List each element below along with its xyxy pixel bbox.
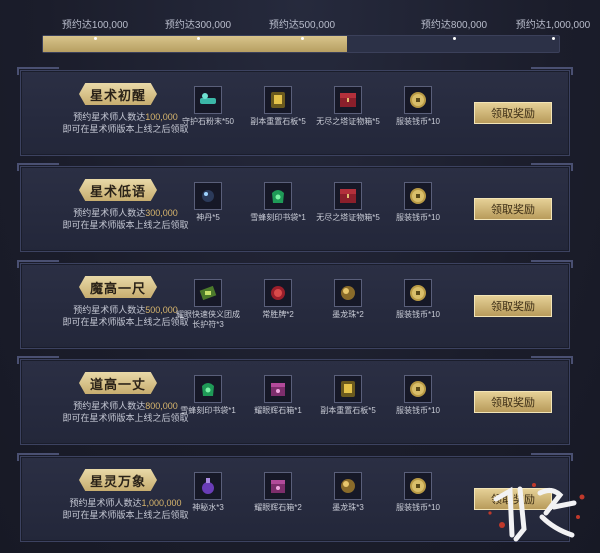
milestone-label: 预约达300,000 xyxy=(164,20,232,31)
reward-label: 服装钱币*10 xyxy=(395,406,440,415)
reward-label: 服装钱币*10 xyxy=(395,310,440,319)
tablet-icon xyxy=(334,375,362,403)
reward-label: 服装钱币*10 xyxy=(395,213,440,222)
milestone-label: 预约达500,000 xyxy=(268,20,336,31)
reward-item[interactable]: 守护石粉末*50 xyxy=(173,86,243,127)
reward-label: 服装钱币*10 xyxy=(395,117,440,126)
reward-label: 服装钱币*10 xyxy=(395,503,440,512)
tier-title-plate: 星术初醒 xyxy=(79,83,157,105)
tier-title-plate: 道高一丈 xyxy=(79,372,157,394)
milestone-dot xyxy=(453,37,456,40)
reward-label: 神丹*5 xyxy=(196,213,220,222)
reward-item[interactable]: 副本重置石板*5 xyxy=(243,86,313,127)
coin-icon xyxy=(404,279,432,307)
reward-label: 雪蜂刻印书袋*1 xyxy=(180,406,236,415)
reward-item[interactable]: 副本重置石板*5 xyxy=(313,375,383,416)
tier-title: 星术低语 xyxy=(89,183,146,199)
coin-icon xyxy=(404,375,432,403)
claim-reward-button[interactable]: 领取奖励 xyxy=(474,102,552,124)
tier-desc-prefix: 预约星术师人数达 xyxy=(73,305,146,315)
tier-title: 魔高一尺 xyxy=(89,280,146,296)
tablet-icon xyxy=(264,86,292,114)
reward-label: 无尽之塔证物箱*5 xyxy=(316,213,380,222)
reward-item[interactable]: 无尽之塔证物箱*5 xyxy=(313,86,383,127)
reward-label: 耀眼快速侠义团成长护符*3 xyxy=(176,310,240,329)
claim-reward-button[interactable]: 领取奖励 xyxy=(474,198,552,220)
tier-desc-prefix: 预约星术师人数达 xyxy=(73,112,146,122)
tier-desc-prefix: 预约星术师人数达 xyxy=(73,401,146,411)
milestone-dot xyxy=(301,37,304,40)
tier-title-plate: 魔高一尺 xyxy=(79,276,157,298)
claim-reward-button[interactable]: 领取奖励 xyxy=(474,295,552,317)
charm-icon xyxy=(194,279,222,307)
reward-item[interactable]: 服装钱币*10 xyxy=(383,182,453,223)
coin-icon xyxy=(404,182,432,210)
milestone-dot xyxy=(197,37,200,40)
reward-item[interactable]: 服装钱币*10 xyxy=(383,472,453,513)
milestone-dot xyxy=(94,37,97,40)
reward-item[interactable]: 服装钱币*10 xyxy=(383,375,453,416)
reward-item[interactable]: 墨龙珠*2 xyxy=(313,279,383,320)
powder-icon xyxy=(194,86,222,114)
reward-label: 常胜牌*2 xyxy=(262,310,294,319)
reward-item[interactable]: 神丹*5 xyxy=(173,182,243,223)
tier-title-plate: 星灵万象 xyxy=(79,469,157,491)
gem-box-icon xyxy=(264,375,292,403)
chest-icon xyxy=(334,86,362,114)
token-icon xyxy=(264,279,292,307)
reward-item[interactable]: 神秘水*3 xyxy=(173,472,243,513)
tier-title-plate: 星术低语 xyxy=(79,179,157,201)
reward-item[interactable]: 耀眼快速侠义团成长护符*3 xyxy=(173,279,243,330)
claim-reward-button[interactable]: 领取奖励 xyxy=(474,391,552,413)
reward-label: 耀眼辉石箱*2 xyxy=(254,503,302,512)
reward-item[interactable]: 雪蜂刻印书袋*1 xyxy=(243,182,313,223)
reward-tier: 魔高一尺 预约星术师人数达500,000 即可在星术师版本上线之后领取 耀眼快速侠义团… xyxy=(17,260,573,349)
tier-desc-prefix: 预约星术师人数达 xyxy=(73,208,146,218)
reward-label: 守护石粉末*50 xyxy=(181,117,234,126)
reward-label: 墨龙珠*3 xyxy=(332,503,364,512)
reward-label: 耀眼辉石箱*1 xyxy=(254,406,302,415)
coin-icon xyxy=(404,86,432,114)
gem-box-icon xyxy=(264,472,292,500)
pill-icon xyxy=(194,182,222,210)
tier-title: 道高一丈 xyxy=(89,376,146,392)
reward-label: 神秘水*3 xyxy=(192,503,224,512)
tier-title: 星灵万象 xyxy=(89,473,146,489)
reward-tier: 星术初醒 预约星术师人数达100,000 即可在星术师版本上线之后领取 守护石粉末*5… xyxy=(17,67,573,156)
game-logo xyxy=(488,483,585,542)
reward-tier: 星术低语 预约星术师人数达300,000 即可在星术师版本上线之后领取 神丹*5 雪蜂刻… xyxy=(17,163,573,252)
milestone-dot xyxy=(552,37,555,40)
pouch-icon xyxy=(194,375,222,403)
reward-item[interactable]: 耀眼辉石箱*2 xyxy=(243,472,313,513)
potion-icon xyxy=(194,472,222,500)
pouch-icon xyxy=(264,182,292,210)
milestone-label: 预约达800,000 xyxy=(420,20,488,31)
orb-icon xyxy=(334,472,362,500)
reward-item[interactable]: 耀眼辉石箱*1 xyxy=(243,375,313,416)
orb-icon xyxy=(334,279,362,307)
coin-icon xyxy=(404,472,432,500)
tier-title: 星术初醒 xyxy=(89,87,146,103)
reward-label: 副本重置石板*5 xyxy=(250,117,306,126)
tier-desc-prefix: 预约星术师人数达 xyxy=(69,498,142,508)
reward-label: 雪蜂刻印书袋*1 xyxy=(250,213,306,222)
milestone-label: 预约达100,000 xyxy=(61,20,129,31)
reward-item[interactable]: 无尽之塔证物箱*5 xyxy=(313,182,383,223)
reward-item[interactable]: 雪蜂刻印书袋*1 xyxy=(173,375,243,416)
reward-item[interactable]: 服装钱币*10 xyxy=(383,86,453,127)
reward-tier: 道高一丈 预约星术师人数达800,000 即可在星术师版本上线之后领取 雪蜂刻印书袋*… xyxy=(17,356,573,445)
reward-label: 副本重置石板*5 xyxy=(320,406,376,415)
reward-item[interactable]: 墨龙珠*3 xyxy=(313,472,383,513)
reward-item[interactable]: 常胜牌*2 xyxy=(243,279,313,320)
reward-item[interactable]: 服装钱币*10 xyxy=(383,279,453,320)
reward-label: 墨龙珠*2 xyxy=(332,310,364,319)
reward-label: 无尽之塔证物箱*5 xyxy=(316,117,380,126)
milestone-label: 预约达1,000,000 xyxy=(515,20,591,31)
chest-icon xyxy=(334,182,362,210)
